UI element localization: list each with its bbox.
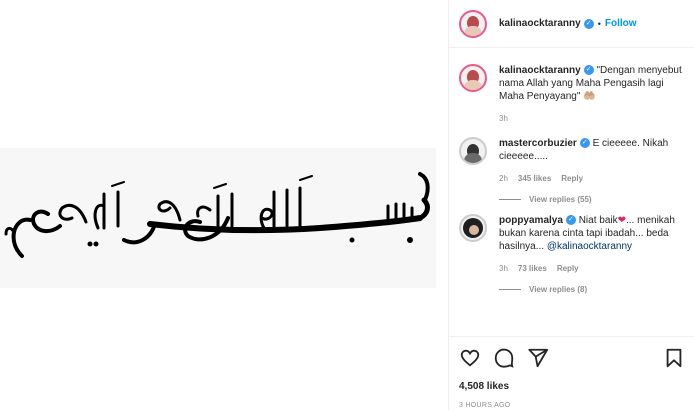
caption-meta: 3h	[499, 112, 684, 125]
post-timestamp: 3 HOURS AGO	[459, 402, 511, 409]
view-replies-button[interactable]: View replies (8)	[499, 285, 684, 294]
replies-divider-line	[499, 289, 521, 290]
post-media[interactable]	[0, 0, 448, 410]
comment-item: mastercorbuzier ✓ E cieeeee. Nikah cieeee…	[459, 137, 684, 185]
likes-count[interactable]: 4,508 likes	[459, 381, 685, 392]
replies-divider-line	[499, 199, 521, 200]
verified-badge-icon: ✓	[583, 18, 594, 29]
caption-block: kalinaocktaranny ✓ "Dengan menyebut nama …	[459, 64, 684, 125]
reply-button[interactable]: Reply	[557, 262, 579, 275]
post-sidebar: kalinaocktaranny ✓ • Follow kalinaocktar…	[448, 0, 694, 410]
comments-list: kalinaocktaranny ✓ "Dengan menyebut nama …	[449, 48, 694, 294]
author-avatar[interactable]	[459, 9, 487, 38]
view-replies-button[interactable]: View replies (55)	[499, 195, 684, 204]
comment-likes[interactable]: 73 likes	[518, 262, 547, 275]
red-heart-emoji: ❤	[617, 215, 626, 226]
caption-time[interactable]: 3h	[499, 112, 508, 125]
view-replies-label: View replies (8)	[529, 285, 588, 294]
view-replies-label: View replies (55)	[529, 195, 592, 204]
caption-avatar[interactable]	[459, 64, 487, 92]
comment-meta: 3h 73 likes Reply	[499, 262, 684, 275]
action-icons	[459, 347, 685, 369]
commenter-avatar[interactable]	[459, 214, 487, 242]
post-header: kalinaocktaranny ✓ • Follow	[449, 0, 694, 48]
instagram-post-window: kalinaocktaranny ✓ • Follow kalinaocktar…	[0, 0, 694, 410]
follow-button[interactable]: Follow	[605, 18, 637, 29]
heart-icon[interactable]	[459, 347, 481, 369]
comment-meta: 2h 345 likes Reply	[499, 172, 684, 185]
separator-dot: •	[597, 18, 601, 29]
share-icon[interactable]	[527, 347, 549, 369]
mention-link[interactable]: @kalinaocktaranny	[547, 241, 632, 252]
bookmark-icon[interactable]	[663, 347, 685, 369]
comment-username[interactable]: poppyamalya	[499, 215, 563, 226]
bismillah-calligraphy-drawing	[4, 172, 430, 258]
author-username[interactable]: kalinaocktaranny	[499, 18, 581, 29]
calligraphy-image	[0, 148, 436, 288]
comment-icon[interactable]	[493, 347, 515, 369]
verified-badge-icon: ✓	[565, 215, 576, 226]
reply-button[interactable]: Reply	[561, 172, 583, 185]
post-actions: 4,508 likes 3 HOURS AGO	[449, 336, 694, 409]
praying-hands-emoji: 🤲🏼	[583, 91, 596, 102]
verified-badge-icon: ✓	[583, 65, 594, 76]
comment-likes[interactable]: 345 likes	[518, 172, 551, 185]
comment-username[interactable]: mastercorbuzier	[499, 138, 577, 149]
comment-time[interactable]: 3h	[499, 262, 508, 275]
caption-username[interactable]: kalinaocktaranny	[499, 65, 581, 76]
comment-item: poppyamalya ✓ Niat baik❤... menikah bukan…	[459, 214, 684, 275]
comment-text-start: Niat baik	[578, 215, 618, 226]
comment-time[interactable]: 2h	[499, 172, 508, 185]
verified-badge-icon: ✓	[579, 138, 590, 149]
commenter-avatar[interactable]	[459, 137, 487, 165]
